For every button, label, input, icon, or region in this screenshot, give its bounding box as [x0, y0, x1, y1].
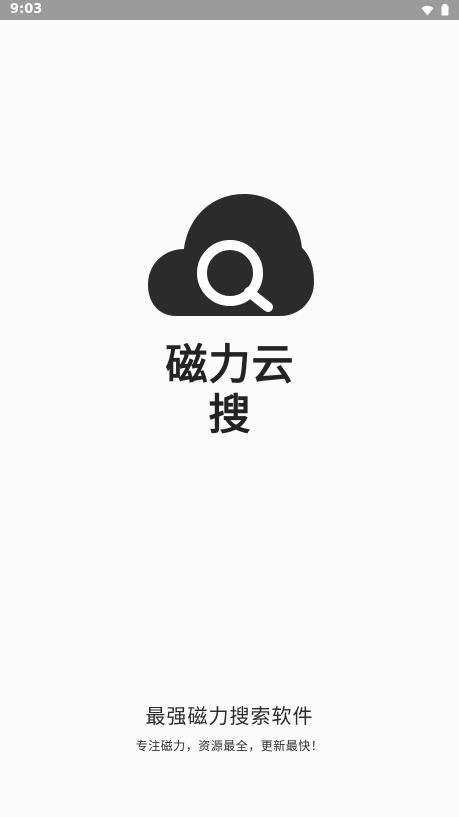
app-title: 磁力云搜: [165, 340, 295, 439]
wifi-icon: [421, 5, 434, 16]
status-time: 9:03: [10, 2, 43, 17]
subtitle-text: 专注磁力，资源最全，更新最快！: [135, 739, 324, 753]
battery-icon: [441, 4, 449, 16]
cloud-search-icon: [148, 194, 314, 316]
splash-screen: 9:03 磁力云搜 最强磁力搜索软件 专注磁力，资源最全，更新最快！: [0, 0, 459, 817]
slogan-text: 最强磁力搜索软件: [145, 704, 314, 728]
status-bar: 9:03: [0, 0, 459, 20]
status-icons: [421, 3, 449, 17]
app-logo-block: 磁力云搜: [0, 0, 459, 817]
